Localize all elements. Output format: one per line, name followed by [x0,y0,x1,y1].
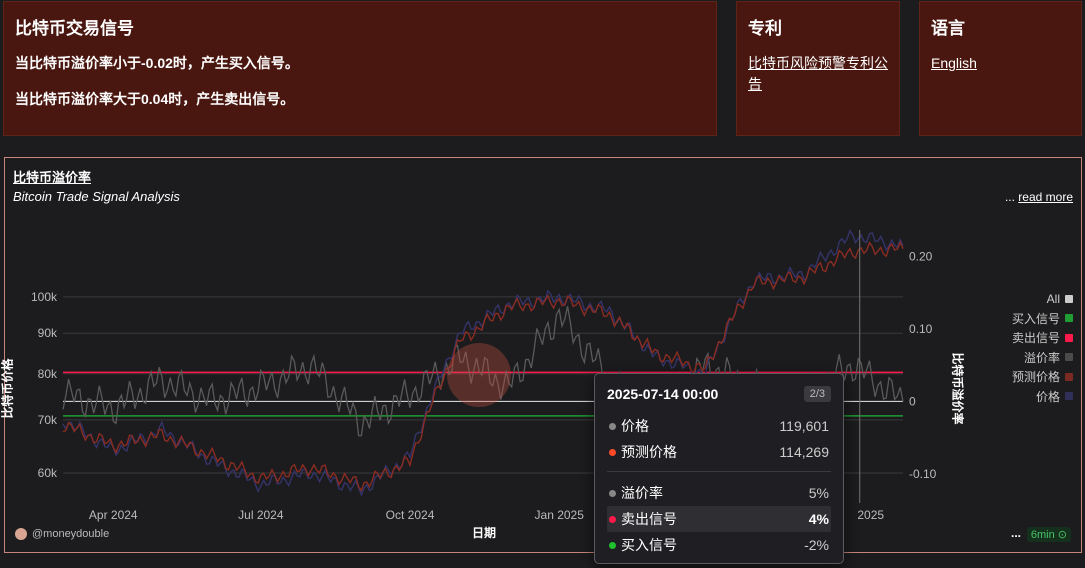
legend-item[interactable]: All [1012,289,1073,309]
chart-legend: All 买入信号卖出信号溢价率预测价格价格 [1012,289,1073,406]
x-axis-title: 日期 [472,526,497,540]
legend-label: 价格 [1035,389,1060,404]
x-tick: 2025 [857,508,884,522]
more-options-icon[interactable]: ... [1011,526,1021,540]
tooltip-row-label: 溢价率 [609,483,663,503]
chart-card: 比特币溢价率 Bitcoin Trade Signal Analysis ...… [1,157,1083,554]
legend-item[interactable]: 价格 [1012,387,1073,407]
tooltip-label-text: 卖出信号 [621,511,677,527]
tooltip-dot-icon [609,489,616,497]
tooltip-dot-icon [609,448,616,456]
avatar [15,528,27,540]
chart-plot[interactable]: 100k 90k 80k 70k 60k 0.20 0.10 0 -0.10 Apr 2024 Ju… [5,158,1083,554]
signal-panel: 比特币交易信号 当比特币溢价率小于-0.02时，产生买入信号。 当比特币溢价率大… [3,1,717,136]
legend-label: 溢价率 [1023,350,1060,365]
tooltip-row-value: -2% [804,537,829,553]
tooltip-page-indicator[interactable]: 2/3 [803,386,831,402]
credit: @moneydouble [15,528,109,540]
tooltip-dot-icon [609,541,616,549]
tooltip-row-value: 4% [808,511,829,527]
tooltip-row-label: 卖出信号 [609,509,677,529]
tooltip-label-text: 买入信号 [621,537,677,553]
time-badge: 6min ⊙ [1026,527,1071,542]
hover-highlight-circle [447,343,511,407]
language-panel: 语言 English [919,1,1082,136]
chart-tooltip: 2025-07-14 00:00 2/3 价格 119,601 预测价格 114,26… [594,373,844,564]
language-panel-title: 语言 [931,19,965,38]
tooltip-label-text: 价格 [621,418,649,434]
y-tick-left: 70k [38,413,58,427]
credit-handle: @moneydouble [32,528,110,540]
legend-item[interactable]: 溢价率 [1012,348,1073,368]
tooltip-label-text: 溢价率 [621,485,663,501]
patent-link[interactable]: 比特币风险预警专利公告 [748,53,888,95]
y-tick-left: 80k [38,367,58,381]
tooltip-row-label: 价格 [609,416,649,436]
x-tick: Jul 2024 [238,508,284,522]
tooltip-row-label: 预测价格 [609,442,677,462]
y-tick-right: -0.10 [909,467,937,481]
sell-rule-text: 当比特币溢价率大于0.04时，产生卖出信号。 [15,91,295,107]
tooltip-dot-icon [609,515,616,523]
signal-panel-title: 比特币交易信号 [15,19,134,38]
tooltip-row: 卖出信号 4% [607,506,831,532]
buy-rule-text: 当比特币溢价率小于-0.02时，产生买入信号。 [15,55,299,71]
patent-panel-title: 专利 [748,19,782,38]
x-tick: Oct 2024 [386,508,435,522]
tooltip-label-text: 预测价格 [621,444,677,460]
language-link-english[interactable]: English [931,53,1070,74]
tooltip-row: 预测价格 114,269 [607,439,831,465]
legend-item[interactable]: 买入信号 [1012,309,1073,329]
tooltip-row-value: 5% [808,485,829,501]
x-tick: Jan 2025 [535,508,585,522]
y-tick-right: 0 [909,394,916,408]
legend-label: All [1046,291,1060,306]
tooltip-divider [607,471,831,472]
legend-swatch [1065,314,1073,323]
legend-swatch [1065,333,1073,342]
y-tick-left: 60k [38,466,58,480]
tooltip-row: 买入信号 -2% [607,532,831,558]
legend-label: 预测价格 [1011,370,1060,385]
patent-panel: 专利 比特币风险预警专利公告 [736,1,900,136]
tooltip-row-label: 买入信号 [609,535,677,555]
y-tick-right: 0.20 [909,249,933,263]
legend-item[interactable]: 卖出信号 [1012,328,1073,348]
x-tick: Apr 2024 [89,508,138,522]
legend-swatch [1065,294,1073,303]
y-tick-right: 0.10 [909,322,933,336]
tooltip-dot-icon [609,422,616,430]
y-tick-left: 90k [38,326,58,340]
legend-label: 卖出信号 [1011,331,1060,346]
legend-item[interactable]: 预测价格 [1012,367,1073,387]
legend-swatch [1065,392,1073,401]
y-tick-left: 100k [31,290,58,304]
legend-label: 买入信号 [1011,311,1060,326]
y-axis-right-title: 比特币溢价率 [950,352,965,425]
tooltip-row-value: 119,601 [779,418,829,434]
tooltip-row-value: 114,269 [779,444,829,460]
tooltip-date: 2025-07-14 00:00 [607,386,719,402]
legend-swatch [1065,353,1073,362]
y-axis-left-title: 比特币价格 [0,358,15,419]
legend-swatch [1065,372,1073,381]
tooltip-row: 溢价率 5% [607,480,831,506]
tooltip-row: 价格 119,601 [607,413,831,439]
